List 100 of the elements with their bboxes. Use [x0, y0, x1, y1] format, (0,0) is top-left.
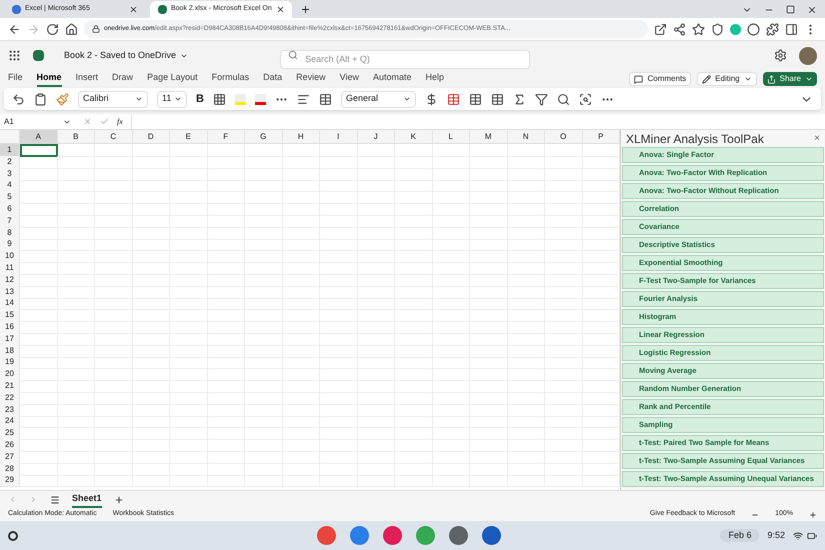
filter-icon[interactable] — [534, 92, 548, 106]
ribbon-tab[interactable]: Insert — [76, 71, 98, 87]
column-header[interactable]: N — [508, 130, 545, 143]
borders-icon[interactable] — [212, 92, 226, 106]
autosum-icon[interactable] — [512, 92, 526, 106]
analyze-icon[interactable] — [578, 92, 592, 106]
row-header[interactable]: 25 — [0, 427, 20, 440]
close-panel-button[interactable]: × — [814, 131, 820, 146]
zoom-in-icon[interactable] — [809, 510, 817, 518]
row-header[interactable]: 9 — [0, 238, 20, 252]
previous-sheet-icon[interactable] — [8, 495, 17, 504]
row-header[interactable]: 10 — [0, 250, 20, 264]
row-header[interactable]: 6 — [0, 202, 20, 216]
format-painter-icon[interactable] — [56, 92, 69, 106]
font-color-icon[interactable] — [254, 94, 266, 104]
wifi-icon[interactable] — [793, 530, 803, 540]
ribbon-tab[interactable]: Page Layout — [147, 71, 198, 87]
close-icon[interactable] — [807, 5, 817, 15]
column-header[interactable]: I — [320, 130, 358, 143]
column-header[interactable]: C — [95, 130, 132, 143]
editing-button[interactable]: Editing — [697, 72, 757, 86]
bookmark-icon[interactable] — [692, 22, 705, 36]
ribbon-tab[interactable]: Review — [296, 71, 326, 87]
column-header[interactable]: E — [170, 130, 208, 143]
shelf-app-icon[interactable] — [416, 526, 436, 545]
row-header[interactable]: 12 — [0, 274, 20, 287]
ribbon-tab[interactable]: Data — [263, 71, 282, 87]
app-launcher-icon[interactable] — [8, 49, 21, 62]
row-header[interactable]: 16 — [0, 320, 20, 334]
battery-icon[interactable] — [807, 530, 817, 540]
column-header[interactable]: O — [545, 130, 582, 143]
time-text[interactable]: 9:52 — [767, 528, 785, 542]
shelf-app-icon[interactable] — [383, 526, 402, 545]
row-header[interactable]: 20 — [0, 368, 20, 382]
name-box[interactable]: A1 — [0, 116, 75, 128]
ribbon-tab[interactable]: View — [340, 71, 360, 87]
paste-icon[interactable] — [34, 92, 47, 106]
row-header[interactable]: 5 — [0, 191, 20, 204]
ribbon-tab[interactable]: Formulas — [212, 71, 250, 87]
ribbon-tab[interactable]: Draw — [112, 71, 134, 87]
ribbon-tab[interactable]: Help — [426, 71, 444, 87]
shield-icon[interactable] — [711, 22, 724, 36]
find-icon[interactable] — [556, 92, 570, 106]
side-panel-icon[interactable] — [785, 22, 798, 36]
row-header[interactable]: 21 — [0, 380, 20, 393]
column-header[interactable]: L — [432, 130, 470, 143]
search-field[interactable]: Search (Alt + Q) — [280, 50, 530, 68]
reload-icon[interactable] — [46, 22, 59, 36]
home-icon[interactable] — [65, 22, 78, 36]
settings-icon[interactable] — [774, 49, 787, 62]
cancel-icon[interactable] — [83, 117, 92, 126]
row-header[interactable]: 26 — [0, 438, 20, 452]
ribbon-tab[interactable]: Automate — [373, 71, 412, 87]
launcher-icon[interactable] — [8, 530, 18, 540]
row-header[interactable]: 2 — [0, 156, 20, 169]
next-sheet-icon[interactable] — [29, 495, 38, 504]
close-tab-icon[interactable] — [129, 5, 138, 14]
row-header[interactable]: 27 — [0, 450, 20, 464]
restore-icon[interactable] — [786, 5, 795, 14]
row-header[interactable]: 11 — [0, 262, 20, 275]
share-button[interactable]: Share — [762, 72, 817, 86]
function-label[interactable]: fx — [117, 116, 123, 128]
new-tab-icon[interactable] — [300, 4, 311, 15]
fill-color-icon[interactable] — [234, 94, 246, 104]
font-field[interactable]: Calibri — [78, 90, 148, 108]
column-header[interactable]: K — [395, 130, 432, 143]
shelf-app-icon[interactable] — [482, 526, 502, 545]
shelf-app-icon[interactable] — [350, 526, 370, 545]
row-header[interactable]: 24 — [0, 415, 20, 428]
avatar-icon[interactable] — [799, 46, 817, 64]
undo-icon[interactable] — [12, 92, 25, 106]
document-title[interactable]: Book 2 - Saved to OneDrive — [64, 48, 188, 62]
extensions-icon[interactable] — [766, 22, 779, 36]
align-icon[interactable] — [296, 92, 310, 106]
row-header[interactable]: 14 — [0, 297, 20, 310]
column-header[interactable]: G — [245, 130, 282, 143]
currency-icon[interactable] — [424, 92, 438, 106]
row-header[interactable]: 7 — [0, 214, 20, 228]
column-header[interactable]: D — [132, 130, 170, 143]
selected-cell[interactable] — [20, 144, 58, 157]
check-icon[interactable] — [100, 117, 109, 126]
column-header[interactable]: H — [282, 130, 320, 143]
close-tab-icon[interactable] — [276, 5, 285, 14]
column-header[interactable]: J — [358, 130, 395, 143]
column-header[interactable]: B — [58, 130, 95, 143]
shelf-app-icon[interactable] — [449, 526, 468, 545]
row-header[interactable]: 29 — [0, 474, 20, 488]
shelf-app-icon[interactable] — [317, 526, 336, 545]
comments-button[interactable]: Comments — [629, 72, 692, 86]
ribbon-tab[interactable]: File — [8, 71, 23, 87]
row-header[interactable]: 1 — [0, 144, 20, 157]
bold-button[interactable]: B — [196, 90, 204, 108]
font-size-field[interactable]: 11 — [157, 90, 187, 108]
column-header[interactable]: F — [208, 130, 245, 143]
forward-icon[interactable] — [27, 22, 40, 36]
back-icon[interactable] — [8, 22, 21, 36]
row-header[interactable]: 15 — [0, 309, 20, 322]
column-header[interactable]: M — [470, 130, 508, 143]
open-icon[interactable] — [654, 22, 667, 36]
share-icon[interactable] — [673, 22, 686, 36]
